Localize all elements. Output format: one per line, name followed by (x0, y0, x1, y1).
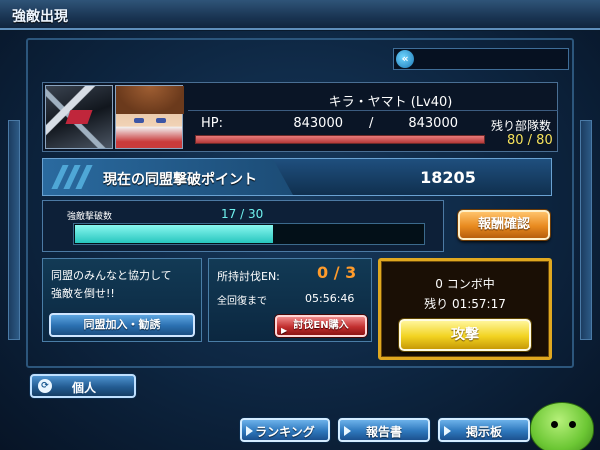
boss-name: キラ・ヤマト (Lv40) (328, 95, 453, 110)
left-frame-decoration (8, 120, 20, 340)
mecha-portrait (45, 85, 113, 149)
title-bar: 強敵出現 (0, 0, 600, 30)
recover-label: 全回復まで (217, 296, 267, 307)
kills-panel: 強敵撃破数 17 / 30 (42, 200, 444, 252)
energy-label: 所持討伐EN: (217, 270, 280, 283)
hp-separator: / (369, 116, 374, 131)
personal-button[interactable]: ⟳ 個人 (30, 374, 136, 398)
hp-max: 843000 (408, 116, 458, 131)
reward-check-button[interactable]: 報酬確認 (458, 210, 550, 240)
combo-remaining-time: 残り 01:57:17 (424, 297, 506, 311)
combo-status: 0 コンボ中 (435, 277, 495, 291)
attack-button[interactable]: 攻撃 (399, 319, 531, 351)
nav-ranking-label: ランキング (255, 425, 315, 439)
refresh-icon: ⟳ (38, 379, 52, 393)
kills-progress-bar (73, 223, 425, 245)
play-arrow-icon: ▶ (281, 326, 288, 335)
hp-bar-fill (196, 136, 484, 143)
haro-mascot-icon[interactable] (530, 402, 594, 450)
pilot-portrait (115, 85, 184, 149)
buy-energy-label: 討伐EN購入 (293, 320, 349, 331)
alliance-points-banner: 現在の同盟撃破ポイント 18205 (42, 158, 552, 196)
nav-board-button[interactable]: 掲示板 (438, 418, 530, 442)
haro-eye (569, 421, 576, 428)
info-box[interactable]: « (393, 48, 569, 70)
combo-panel: 0 コンボ中 残り 01:57:17 攻撃 (378, 258, 552, 360)
nav-board-label: 掲示板 (465, 425, 502, 439)
energy-value: 0 / 3 (317, 263, 357, 282)
points-value: 18205 (420, 168, 476, 187)
nav-report-label: 報告書 (365, 425, 402, 439)
recover-timer: 05:56:46 (305, 292, 355, 305)
join-alliance-button[interactable]: 同盟加入・勧誘 (49, 313, 195, 337)
nav-ranking-button[interactable]: ランキング (240, 418, 330, 442)
window-title: 強敵出現 (12, 9, 68, 25)
personal-label: 個人 (72, 381, 97, 395)
hp-current: 843000 (293, 116, 343, 131)
right-frame-decoration (580, 120, 592, 340)
remaining-units-value: 80 / 80 (507, 133, 553, 148)
haro-eye (551, 421, 558, 428)
kills-label: 強敵撃破数 (67, 212, 113, 222)
alliance-message-line1: 同盟のみんなと協力して (51, 269, 172, 282)
alliance-message: 同盟のみんなと協力して 強敵を倒せ!! (51, 267, 201, 303)
remaining-units-label: 残り部隊数 (491, 119, 552, 133)
alliance-panel: 同盟のみんなと協力して 強敵を倒せ!! 同盟加入・勧誘 (42, 258, 202, 342)
alliance-message-line2: 強敵を倒せ!! (51, 287, 115, 300)
boss-panel: キラ・ヤマト (Lv40) HP: 843000 / 843000 残り部隊数 … (42, 82, 558, 152)
boss-divider (188, 110, 558, 111)
kills-progress-fill (75, 225, 273, 243)
hp-bar (195, 135, 485, 144)
energy-panel: 所持討伐EN: 0 / 3 全回復まで 05:56:46 ▶ 討伐EN購入 (208, 258, 372, 342)
buy-energy-button[interactable]: ▶ 討伐EN購入 (275, 315, 367, 337)
nav-report-button[interactable]: 報告書 (338, 418, 430, 442)
hp-label: HP: (201, 116, 223, 131)
kills-value: 17 / 30 (221, 207, 264, 221)
back-arrow-icon[interactable]: « (396, 50, 414, 68)
points-label: 現在の同盟撃破ポイント (103, 172, 257, 188)
